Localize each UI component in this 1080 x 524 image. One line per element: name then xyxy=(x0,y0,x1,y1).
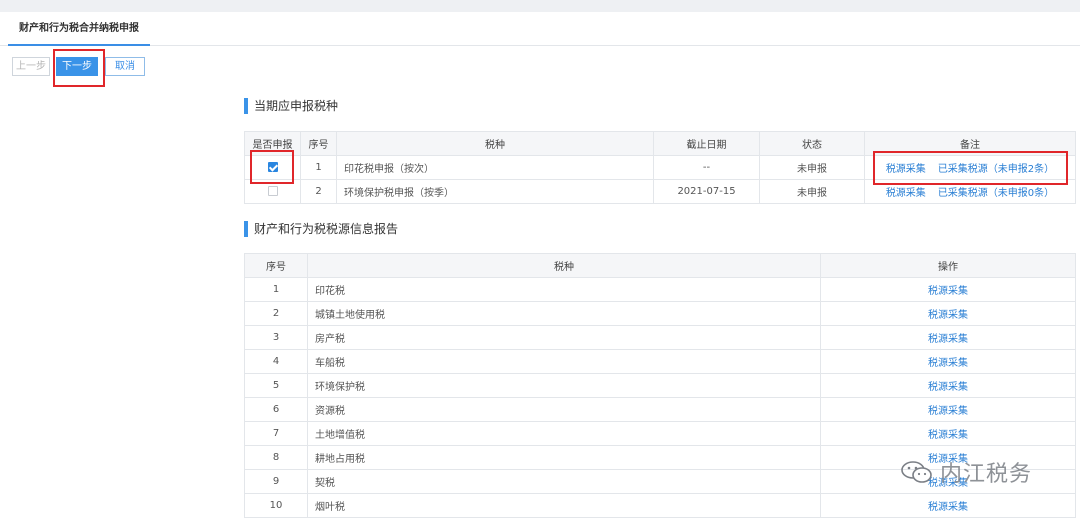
previous-step-button[interactable]: 上一步 xyxy=(12,57,50,76)
tax-source-collect-link[interactable]: 税源采集 xyxy=(928,286,968,297)
table-row: 1 印花税申报（按次） -- 未申报 税源采集 已采集税源（未申报2条） xyxy=(244,155,1076,180)
cancel-button[interactable]: 取消 xyxy=(105,57,145,76)
col-header: 是否申报 xyxy=(244,131,301,156)
table-row: 1 印花税 税源采集 xyxy=(244,277,1076,302)
table-row: 10 烟叶税 税源采集 xyxy=(244,493,1076,518)
action-cell: 税源采集 xyxy=(820,421,1076,446)
tax-type: 房产税 xyxy=(307,325,821,350)
current-tax-table: 是否申报 序号 税种 截止日期 状态 备注 1 印花税申报（按次） -- 未申报… xyxy=(244,131,1076,204)
action-cell: 税源采集 xyxy=(820,397,1076,422)
action-cell: 税源采集 xyxy=(820,349,1076,374)
row-number: 2 xyxy=(244,301,308,326)
wechat-icon xyxy=(900,460,934,484)
declare-checkbox[interactable] xyxy=(267,162,278,172)
col-header: 截止日期 xyxy=(653,131,760,156)
col-header: 状态 xyxy=(759,131,865,156)
declare-cell xyxy=(244,155,301,180)
tax-source-collect-link[interactable]: 税源采集 xyxy=(928,358,968,369)
watermark: 内江税务 xyxy=(900,452,1032,492)
action-cell: 税源采集 xyxy=(820,373,1076,398)
action-cell: 税源采集 xyxy=(820,493,1076,518)
collected-sources-link[interactable]: 已采集税源（未申报0条） xyxy=(938,188,1054,199)
status: 未申报 xyxy=(759,179,865,204)
tax-type: 城镇土地使用税 xyxy=(307,301,821,326)
top-strip xyxy=(0,0,1080,12)
col-header: 备注 xyxy=(864,131,1076,156)
table-row: 7 土地增值税 税源采集 xyxy=(244,421,1076,446)
collected-sources-link[interactable]: 已采集税源（未申报2条） xyxy=(938,164,1054,175)
row-number: 6 xyxy=(244,397,308,422)
table-row: 6 资源税 税源采集 xyxy=(244,397,1076,422)
action-cell: 税源采集 xyxy=(820,277,1076,302)
row-number: 1 xyxy=(244,277,308,302)
tab-property-behavior-tax[interactable]: 财产和行为税合并纳税申报 xyxy=(8,12,150,46)
declare-checkbox[interactable] xyxy=(267,186,278,196)
row-number: 7 xyxy=(244,421,308,446)
action-cell: 税源采集 xyxy=(820,301,1076,326)
remark-cell: 税源采集 已采集税源（未申报2条） xyxy=(864,155,1076,180)
tax-type: 资源税 xyxy=(307,397,821,422)
deadline: 2021-07-15 xyxy=(653,179,760,204)
table-row: 5 环境保护税 税源采集 xyxy=(244,373,1076,398)
tax-type: 印花税申报（按次） xyxy=(336,155,654,180)
row-number: 3 xyxy=(244,325,308,350)
declare-cell xyxy=(244,179,301,204)
tax-type: 契税 xyxy=(307,469,821,494)
tax-source-collect-link[interactable]: 税源采集 xyxy=(928,406,968,417)
row-number: 9 xyxy=(244,469,308,494)
tax-type: 环境保护税 xyxy=(307,373,821,398)
tax-source-collect-link[interactable]: 税源采集 xyxy=(928,310,968,321)
status: 未申报 xyxy=(759,155,865,180)
row-number: 2 xyxy=(300,179,337,204)
col-header: 税种 xyxy=(307,253,821,278)
next-step-button[interactable]: 下一步 xyxy=(56,57,98,76)
row-number: 10 xyxy=(244,493,308,518)
tax-type: 烟叶税 xyxy=(307,493,821,518)
tax-type: 耕地占用税 xyxy=(307,445,821,470)
table-header-row: 是否申报 序号 税种 截止日期 状态 备注 xyxy=(244,131,1076,156)
tax-type: 环境保护税申报（按季） xyxy=(336,179,654,204)
tax-source-collect-link[interactable]: 税源采集 xyxy=(928,430,968,441)
row-number: 8 xyxy=(244,445,308,470)
section-title-tax-source-report: 财产和行为税税源信息报告 xyxy=(244,221,398,237)
row-number: 4 xyxy=(244,349,308,374)
table-row: 4 车船税 税源采集 xyxy=(244,349,1076,374)
tax-source-collect-link[interactable]: 税源采集 xyxy=(928,334,968,345)
table-row: 2 城镇土地使用税 税源采集 xyxy=(244,301,1076,326)
col-header: 序号 xyxy=(300,131,337,156)
tax-source-collect-link[interactable]: 税源采集 xyxy=(928,502,968,513)
col-header: 操作 xyxy=(820,253,1076,278)
watermark-text: 内江税务 xyxy=(940,462,1033,487)
tax-source-collect-link[interactable]: 税源采集 xyxy=(886,188,926,199)
tax-type: 土地增值税 xyxy=(307,421,821,446)
row-number: 5 xyxy=(244,373,308,398)
row-number: 1 xyxy=(300,155,337,180)
col-header: 税种 xyxy=(336,131,654,156)
tab-bar: 财产和行为税合并纳税申报 xyxy=(0,12,1080,46)
remark-cell: 税源采集 已采集税源（未申报0条） xyxy=(864,179,1076,204)
col-header: 序号 xyxy=(244,253,308,278)
tax-source-collect-link[interactable]: 税源采集 xyxy=(928,382,968,393)
table-row: 3 房产税 税源采集 xyxy=(244,325,1076,350)
tax-source-collect-link[interactable]: 税源采集 xyxy=(886,164,926,175)
section-title-current-tax: 当期应申报税种 xyxy=(244,98,338,114)
table-header-row: 序号 税种 操作 xyxy=(244,253,1076,278)
tax-type: 车船税 xyxy=(307,349,821,374)
tax-type: 印花税 xyxy=(307,277,821,302)
table-row: 2 环境保护税申报（按季） 2021-07-15 未申报 税源采集 已采集税源（未… xyxy=(244,179,1076,204)
deadline: -- xyxy=(653,155,760,180)
action-cell: 税源采集 xyxy=(820,325,1076,350)
